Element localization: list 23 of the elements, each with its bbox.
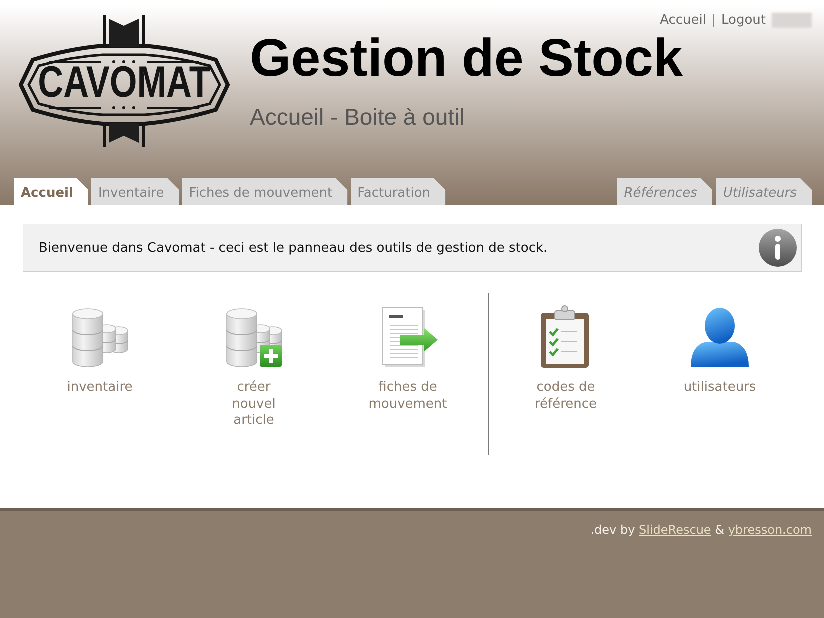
page-subtitle: Accueil - Boite à outil	[250, 106, 465, 129]
tool-link[interactable]: créer nouvel article	[232, 380, 276, 430]
user-icon[interactable]	[688, 305, 752, 369]
nav-tab[interactable]: Facturation	[350, 178, 446, 205]
nav-tab[interactable]: Fiches de mouvement	[182, 178, 348, 205]
nav-link[interactable]: Accueil	[660, 12, 706, 28]
nav-tab[interactable]: Utilisateurs	[716, 178, 812, 205]
credit-link[interactable]: ybresson.com	[728, 523, 812, 537]
credit-link[interactable]: SlideRescue	[639, 523, 712, 537]
nav-tab[interactable]: Références	[617, 178, 712, 205]
logo-text: CAVOMAT	[38, 58, 211, 107]
footer-credits: .dev by SlideRescue & ybresson.com	[590, 522, 812, 538]
nav-tab[interactable]: Inventaire	[91, 178, 180, 205]
blurred-block	[772, 13, 812, 28]
info-icon	[759, 228, 797, 266]
nav-link[interactable]: Logout	[721, 12, 766, 28]
tool-link[interactable]: utilisateurs	[684, 380, 756, 396]
tool-link[interactable]: inventaire	[67, 380, 133, 396]
tool-link[interactable]: codes de référence	[534, 380, 598, 413]
tool-link[interactable]: fiches de mouvement	[368, 380, 448, 413]
welcome-message: Bienvenue dans Cavomat - ceci est le panneau des outils de gestion de stock.	[39, 240, 548, 256]
page-title: Gestion de Stock	[250, 32, 683, 85]
nav-tab[interactable]: Accueil	[14, 178, 88, 205]
